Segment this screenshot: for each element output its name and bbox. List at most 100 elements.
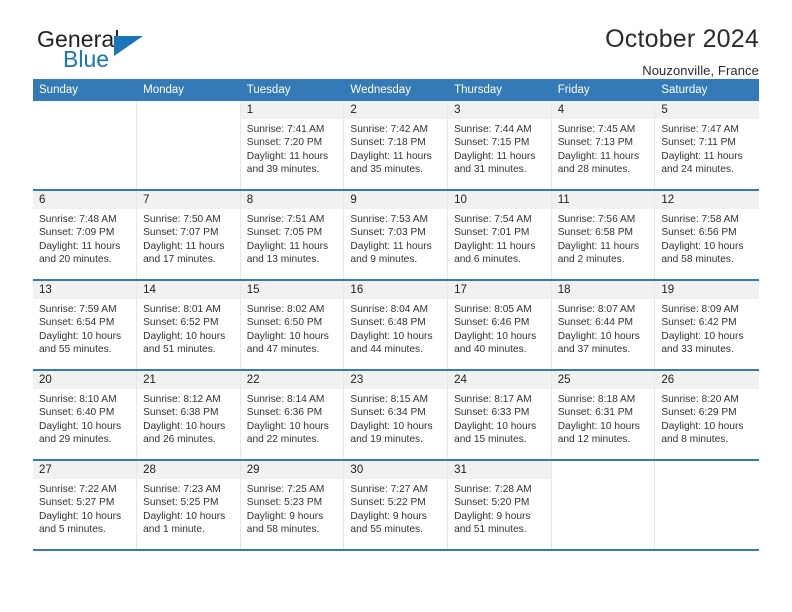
day-details: Sunrise: 7:56 AM Sunset: 6:58 PM Daylight:… bbox=[552, 209, 655, 266]
weekday-header-sunday: Sunday bbox=[33, 79, 138, 101]
calendar-week-row: 1 Sunrise: 7:41 AM Sunset: 7:20 PM Daylight… bbox=[33, 101, 759, 191]
day-number: 2 bbox=[344, 101, 448, 119]
daylight-text: Daylight: 10 hours and 29 minutes. bbox=[39, 420, 122, 445]
sunrise-text: Sunrise: 7:48 AM bbox=[39, 214, 117, 225]
sunset-text: Sunset: 7:07 PM bbox=[143, 227, 219, 239]
day-number: 12 bbox=[655, 191, 759, 209]
calendar-day-cell[interactable]: 5 Sunrise: 7:47 AM Sunset: 7:11 PM Daylight… bbox=[655, 101, 759, 189]
sunrise-text: Sunrise: 8:01 AM bbox=[143, 304, 221, 315]
calendar-day-cell[interactable]: 16 Sunrise: 8:04 AM Sunset: 6:48 PM Dayligh… bbox=[344, 281, 448, 369]
day-details: Sunrise: 7:28 AM Sunset: 5:20 PM Daylight:… bbox=[448, 479, 551, 536]
calendar-day-cell[interactable]: 6 Sunrise: 7:48 AM Sunset: 7:09 PM Daylight… bbox=[33, 191, 137, 279]
sunrise-text: Sunrise: 7:50 AM bbox=[143, 214, 221, 225]
sunset-text: Sunset: 7:05 PM bbox=[246, 227, 323, 239]
sunset-text: Sunset: 7:15 PM bbox=[454, 137, 530, 149]
day-details: Sunrise: 8:01 AM Sunset: 6:52 PM Daylight:… bbox=[137, 299, 240, 356]
page-header: General Blue October 2024 Nouzonville, F… bbox=[33, 0, 759, 77]
sunset-text: Sunset: 6:40 PM bbox=[39, 407, 115, 419]
calendar-day-cell[interactable]: 12 Sunrise: 7:58 AM Sunset: 6:56 PM Dayligh… bbox=[655, 191, 759, 279]
calendar-day-cell[interactable]: 10 Sunrise: 7:54 AM Sunset: 7:01 PM Dayligh… bbox=[448, 191, 551, 279]
daylight-text: Daylight: 11 hours and 35 minutes. bbox=[350, 150, 432, 175]
daylight-text: Daylight: 10 hours and 51 minutes. bbox=[143, 330, 226, 355]
daylight-text: Daylight: 10 hours and 47 minutes. bbox=[246, 330, 329, 355]
calendar-day-cell[interactable]: 7 Sunrise: 7:50 AM Sunset: 7:07 PM Daylight… bbox=[137, 191, 240, 279]
day-details: Sunrise: 7:41 AM Sunset: 7:20 PM Daylight:… bbox=[241, 119, 344, 176]
calendar-day-cell[interactable]: 25 Sunrise: 8:18 AM Sunset: 6:31 PM Dayligh… bbox=[551, 371, 655, 459]
calendar-day-cell[interactable]: 9 Sunrise: 7:53 AM Sunset: 7:03 PM Daylight… bbox=[344, 191, 448, 279]
brand-logo[interactable]: General Blue bbox=[33, 26, 193, 78]
calendar-day-cell[interactable]: 26 Sunrise: 8:20 AM Sunset: 6:29 PM Dayligh… bbox=[655, 371, 759, 459]
day-number: 10 bbox=[448, 191, 551, 209]
weekday-header-friday: Friday bbox=[551, 79, 656, 101]
daylight-text: Daylight: 10 hours and 12 minutes. bbox=[557, 420, 640, 445]
sunrise-text: Sunrise: 8:20 AM bbox=[661, 394, 739, 405]
sunset-text: Sunset: 6:38 PM bbox=[143, 407, 219, 419]
calendar-day-cell[interactable]: 3 Sunrise: 7:44 AM Sunset: 7:15 PM Daylight… bbox=[448, 101, 551, 189]
calendar-day-cell[interactable]: 11 Sunrise: 7:56 AM Sunset: 6:58 PM Dayligh… bbox=[551, 191, 655, 279]
daylight-text: Daylight: 11 hours and 9 minutes. bbox=[350, 240, 432, 265]
calendar-page: General Blue October 2024 Nouzonville, F… bbox=[0, 0, 792, 612]
calendar-day-cell[interactable]: 2 Sunrise: 7:42 AM Sunset: 7:18 PM Daylight… bbox=[344, 101, 448, 189]
calendar-day-cell[interactable]: 21 Sunrise: 8:12 AM Sunset: 6:38 PM Dayligh… bbox=[137, 371, 240, 459]
sunset-text: Sunset: 7:18 PM bbox=[350, 137, 426, 149]
calendar-day-cell[interactable]: 15 Sunrise: 8:02 AM Sunset: 6:50 PM Dayligh… bbox=[240, 281, 344, 369]
calendar-day-cell[interactable]: 4 Sunrise: 7:45 AM Sunset: 7:13 PM Daylight… bbox=[551, 101, 655, 189]
calendar-day-cell[interactable]: 18 Sunrise: 8:07 AM Sunset: 6:44 PM Dayligh… bbox=[551, 281, 655, 369]
sunrise-text: Sunrise: 7:54 AM bbox=[454, 214, 532, 225]
sunrise-text: Sunrise: 8:17 AM bbox=[454, 394, 532, 405]
calendar-day-cell[interactable]: 8 Sunrise: 7:51 AM Sunset: 7:05 PM Daylight… bbox=[240, 191, 344, 279]
calendar-day-cell[interactable]: 24 Sunrise: 8:17 AM Sunset: 6:33 PM Dayligh… bbox=[448, 371, 551, 459]
calendar-day-cell[interactable]: 17 Sunrise: 8:05 AM Sunset: 6:46 PM Dayligh… bbox=[448, 281, 551, 369]
sunset-text: Sunset: 6:29 PM bbox=[661, 407, 737, 419]
calendar-day-cell[interactable]: 23 Sunrise: 8:15 AM Sunset: 6:34 PM Dayligh… bbox=[344, 371, 448, 459]
calendar-day-cell[interactable]: 1 Sunrise: 7:41 AM Sunset: 7:20 PM Daylight… bbox=[240, 101, 344, 189]
calendar-day-cell[interactable]: 19 Sunrise: 8:09 AM Sunset: 6:42 PM Dayligh… bbox=[655, 281, 759, 369]
weekday-header-tuesday: Tuesday bbox=[240, 79, 345, 101]
day-details: Sunrise: 7:44 AM Sunset: 7:15 PM Daylight:… bbox=[448, 119, 551, 176]
daylight-text: Daylight: 9 hours and 55 minutes. bbox=[350, 510, 427, 535]
day-number bbox=[137, 101, 240, 119]
day-number: 21 bbox=[137, 371, 240, 389]
daylight-text: Daylight: 11 hours and 2 minutes. bbox=[557, 240, 640, 265]
calendar-day-cell[interactable]: 13 Sunrise: 7:59 AM Sunset: 6:54 PM Dayligh… bbox=[33, 281, 137, 369]
sunrise-text: Sunrise: 7:41 AM bbox=[246, 124, 325, 135]
sunrise-text: Sunrise: 7:22 AM bbox=[39, 484, 117, 495]
daylight-text: Daylight: 11 hours and 6 minutes. bbox=[454, 240, 536, 265]
weekday-header-saturday: Saturday bbox=[654, 79, 759, 101]
sunset-text: Sunset: 6:34 PM bbox=[350, 407, 426, 419]
daylight-text: Daylight: 10 hours and 55 minutes. bbox=[39, 330, 122, 355]
day-details: Sunrise: 7:25 AM Sunset: 5:23 PM Daylight:… bbox=[241, 479, 344, 536]
calendar-day-cell[interactable]: 31 Sunrise: 7:28 AM Sunset: 5:20 PM Dayligh… bbox=[448, 461, 551, 549]
calendar-day-cell[interactable]: 22 Sunrise: 8:14 AM Sunset: 6:36 PM Dayligh… bbox=[240, 371, 344, 459]
day-details: Sunrise: 8:04 AM Sunset: 6:48 PM Daylight:… bbox=[344, 299, 447, 356]
daylight-text: Daylight: 10 hours and 15 minutes. bbox=[454, 420, 537, 445]
sunset-text: Sunset: 7:11 PM bbox=[661, 137, 736, 149]
calendar-day-cell-empty bbox=[551, 461, 655, 549]
calendar-day-cell-empty bbox=[655, 461, 759, 549]
day-number: 30 bbox=[344, 461, 448, 479]
day-number: 29 bbox=[240, 461, 344, 479]
day-details: Sunrise: 8:15 AM Sunset: 6:34 PM Daylight:… bbox=[344, 389, 447, 446]
day-number: 17 bbox=[448, 281, 551, 299]
calendar-day-cell[interactable]: 27 Sunrise: 7:22 AM Sunset: 5:27 PM Dayligh… bbox=[33, 461, 137, 549]
day-number: 5 bbox=[655, 101, 759, 119]
sunrise-text: Sunrise: 8:02 AM bbox=[246, 304, 325, 315]
sunset-text: Sunset: 7:13 PM bbox=[557, 137, 634, 149]
calendar-day-cell[interactable]: 28 Sunrise: 7:23 AM Sunset: 5:25 PM Dayligh… bbox=[137, 461, 240, 549]
brand-triangle-icon bbox=[114, 36, 143, 56]
calendar-day-cell[interactable]: 29 Sunrise: 7:25 AM Sunset: 5:23 PM Dayligh… bbox=[240, 461, 344, 549]
calendar-day-cell[interactable]: 20 Sunrise: 8:10 AM Sunset: 6:40 PM Dayligh… bbox=[33, 371, 137, 459]
sunset-text: Sunset: 5:22 PM bbox=[350, 497, 426, 509]
calendar-day-cell[interactable]: 14 Sunrise: 8:01 AM Sunset: 6:52 PM Dayligh… bbox=[137, 281, 240, 369]
day-number: 6 bbox=[33, 191, 137, 209]
sunset-text: Sunset: 6:50 PM bbox=[246, 317, 323, 329]
sunrise-text: Sunrise: 7:25 AM bbox=[246, 484, 325, 495]
sunrise-text: Sunrise: 7:58 AM bbox=[661, 214, 739, 225]
daylight-text: Daylight: 10 hours and 33 minutes. bbox=[661, 330, 744, 355]
sunrise-text: Sunrise: 7:42 AM bbox=[350, 124, 429, 135]
calendar-day-cell[interactable]: 30 Sunrise: 7:27 AM Sunset: 5:22 PM Dayligh… bbox=[344, 461, 448, 549]
daylight-text: Daylight: 11 hours and 31 minutes. bbox=[454, 150, 536, 175]
daylight-text: Daylight: 11 hours and 39 minutes. bbox=[246, 150, 329, 175]
sunset-text: Sunset: 6:54 PM bbox=[39, 317, 115, 329]
day-details: Sunrise: 7:58 AM Sunset: 6:56 PM Daylight:… bbox=[655, 209, 758, 266]
